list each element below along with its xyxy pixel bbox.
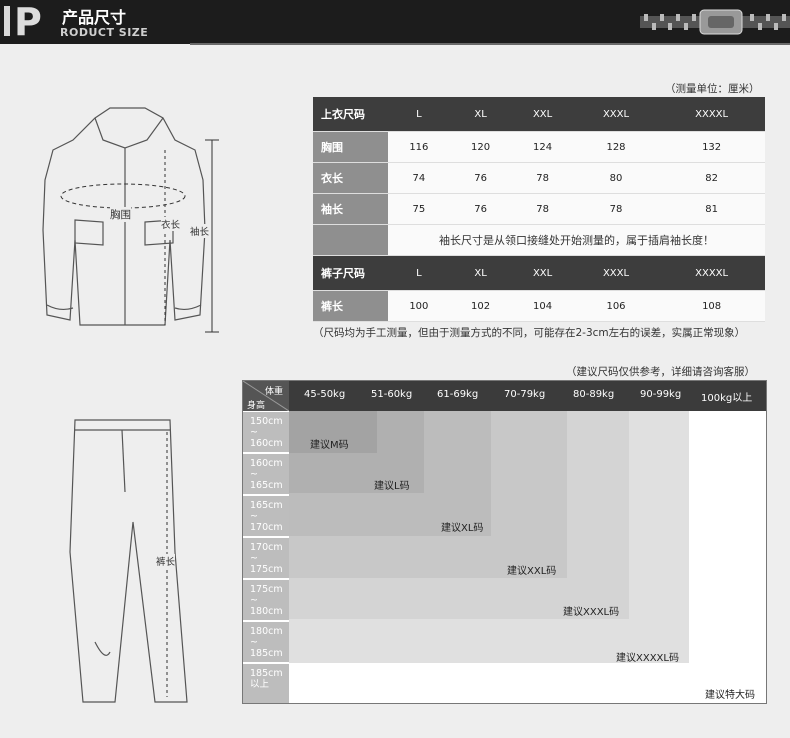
corner-weight-label: 体重 bbox=[265, 387, 284, 397]
height-row-label: 165cm ~170cm bbox=[243, 496, 289, 536]
table-cell: 74 bbox=[388, 162, 450, 194]
size-table: 上衣尺码 L XL XXL XXXL XXXXL 胸围 116 120 124 … bbox=[313, 97, 765, 322]
zipper-icon bbox=[640, 9, 790, 35]
header-divider bbox=[190, 43, 790, 45]
weight-col: 90-99kg bbox=[640, 389, 682, 400]
pants-header-row: 裤子尺码 L XL XXL XXXL XXXXL bbox=[313, 255, 765, 291]
weight-col: 100kg以上 bbox=[701, 393, 753, 404]
table-cell: 120 bbox=[449, 131, 512, 163]
size-cell: XXXXL bbox=[658, 255, 765, 291]
table-row: 衣长 74 76 78 80 82 bbox=[313, 162, 765, 194]
recommendation-label: 建议XXL码 bbox=[507, 566, 557, 577]
corner-height-label: 身高 bbox=[247, 401, 266, 411]
table-cell: 76 bbox=[449, 162, 512, 194]
header-title: 产品尺寸 bbox=[62, 8, 127, 27]
table-cell: 78 bbox=[573, 193, 659, 225]
unit-note: （测量单位：厘米） bbox=[665, 83, 760, 95]
table-cell: 102 bbox=[449, 290, 512, 322]
height-row-label: 150cm ~160cm bbox=[243, 412, 289, 452]
size-cell: XXXL bbox=[573, 97, 659, 132]
weight-col: 80-89kg bbox=[573, 389, 615, 400]
row-label: 胸围 bbox=[313, 131, 388, 163]
height-row-label: 180cm ~185cm bbox=[243, 622, 289, 662]
height-row-label: 160cm ~165cm bbox=[243, 454, 289, 494]
sleeve-note: 袖长尺寸是从领口接缝处开始测量的，属于插肩袖长度！ bbox=[388, 224, 765, 256]
weight-col: 51-60kg bbox=[371, 389, 413, 400]
recommendation-label: 建议XXXXL码 bbox=[616, 653, 679, 664]
height-row-label: 175cm ~180cm bbox=[243, 580, 289, 620]
recommendation-label: 建议M码 bbox=[310, 440, 349, 451]
recommendation-label: 建议L码 bbox=[374, 481, 410, 492]
recommendation-label: 建议XL码 bbox=[441, 523, 484, 534]
table-cell: 81 bbox=[658, 193, 765, 225]
table-cell: 82 bbox=[658, 162, 765, 194]
pants-header-label: 裤子尺码 bbox=[313, 255, 388, 291]
table-cell: 106 bbox=[573, 290, 659, 322]
table-cell: 75 bbox=[388, 193, 450, 225]
row-label: 裤长 bbox=[313, 290, 388, 322]
size-cell: XXXL bbox=[573, 255, 659, 291]
size-cell: XXXXL bbox=[658, 97, 765, 132]
weight-header: 体重 身高 45-50kg 51-60kg 61-69kg 70-79kg 80… bbox=[243, 381, 766, 411]
height-row-label: 185cm 以上 bbox=[243, 664, 289, 703]
size-cell: XXL bbox=[511, 97, 574, 132]
weight-col: 45-50kg bbox=[304, 389, 346, 400]
table-cell: 128 bbox=[573, 131, 659, 163]
header-subtitle: RODUCT SIZE bbox=[60, 26, 149, 39]
note-row: 袖长尺寸是从领口接缝处开始测量的，属于插肩袖长度！ bbox=[313, 224, 765, 256]
table-cell: 116 bbox=[388, 131, 450, 163]
size-cell: L bbox=[388, 255, 450, 291]
note-row-label bbox=[313, 224, 388, 256]
recommendation-label: 建议XXXL码 bbox=[563, 607, 620, 618]
length-label: 衣长 bbox=[161, 217, 181, 231]
recommendation-label: 建议特大码 bbox=[705, 690, 755, 701]
suggest-note: （建议尺码仅供参考，详细请咨询客服） bbox=[566, 366, 755, 378]
size-recommendation-grid: 体重 身高 45-50kg 51-60kg 61-69kg 70-79kg 80… bbox=[242, 380, 767, 704]
table-row: 胸围 116 120 124 128 132 bbox=[313, 131, 765, 163]
size-cell: XL bbox=[449, 97, 512, 132]
grid-corner: 体重 身高 bbox=[243, 381, 289, 411]
table-cell: 124 bbox=[511, 131, 574, 163]
table-cell: 104 bbox=[511, 290, 574, 322]
page-header: P 产品尺寸 RODUCT SIZE bbox=[0, 0, 790, 45]
top-header-label: 上衣尺码 bbox=[313, 97, 388, 132]
weight-col: 70-79kg bbox=[504, 389, 546, 400]
table-cell: 132 bbox=[658, 131, 765, 163]
measure-note: （尺码均为手工测量，但由于测量方式的不同，可能存在2-3cm左右的误差，实属正常… bbox=[313, 327, 746, 339]
pants-illustration bbox=[69, 419, 188, 703]
size-cell: XL bbox=[449, 255, 512, 291]
row-label: 袖长 bbox=[313, 193, 388, 225]
top-header-row: 上衣尺码 L XL XXL XXXL XXXXL bbox=[313, 97, 765, 132]
table-cell: 78 bbox=[511, 162, 574, 194]
chest-label: 胸围 bbox=[110, 207, 131, 222]
weight-col: 61-69kg bbox=[437, 389, 479, 400]
size-cell: XXL bbox=[511, 255, 574, 291]
height-row-label: 170cm ~175cm bbox=[243, 538, 289, 578]
header-letter: P bbox=[14, 0, 42, 44]
table-cell: 78 bbox=[511, 193, 574, 225]
table-cell: 100 bbox=[388, 290, 450, 322]
table-row: 裤长 100 102 104 106 108 bbox=[313, 290, 765, 322]
table-cell: 76 bbox=[449, 193, 512, 225]
pants-length-label: 裤长 bbox=[156, 554, 176, 568]
sleeve-label: 袖长 bbox=[190, 224, 210, 238]
row-label: 衣长 bbox=[313, 162, 388, 194]
header-accent-bar bbox=[4, 6, 10, 36]
size-cell: L bbox=[388, 97, 450, 132]
table-cell: 108 bbox=[658, 290, 765, 322]
table-row: 袖长 75 76 78 78 81 bbox=[313, 193, 765, 225]
table-cell: 80 bbox=[573, 162, 659, 194]
